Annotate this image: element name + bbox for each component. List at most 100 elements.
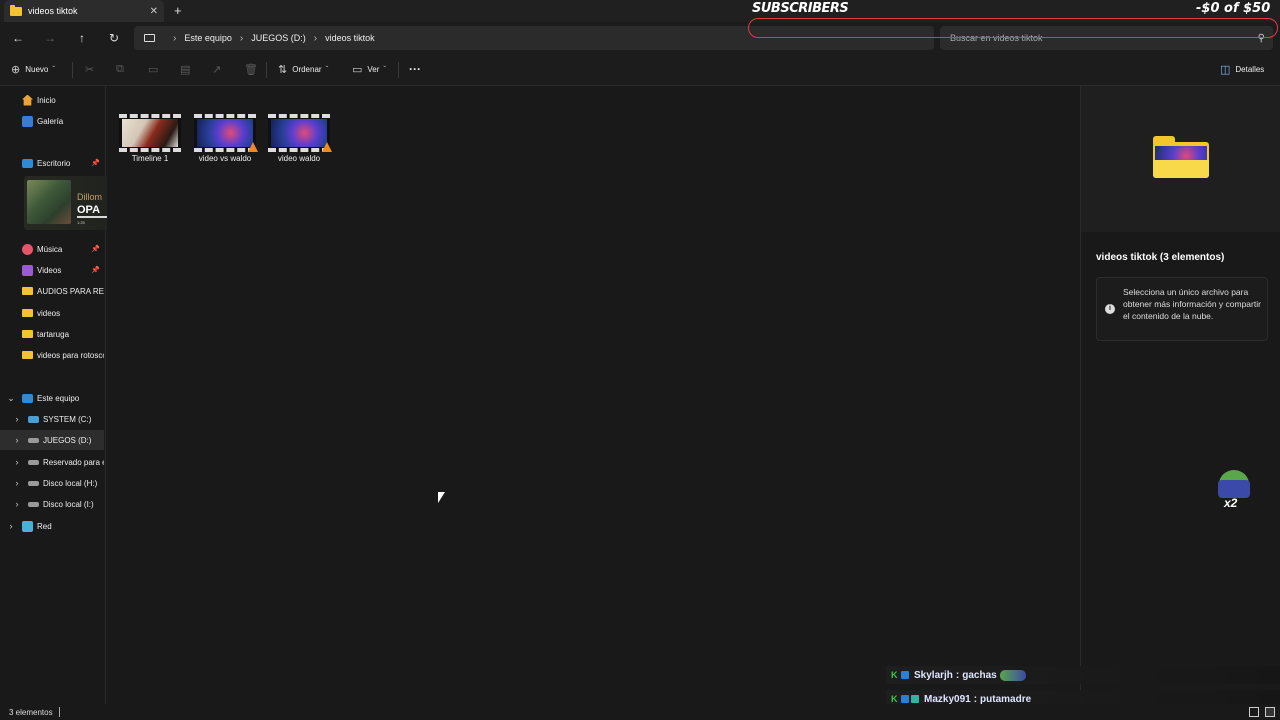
chevron-right-icon[interactable]: › — [12, 435, 22, 445]
details-view-icon[interactable] — [1249, 707, 1259, 717]
chat-emote-icon — [999, 669, 1026, 681]
up-arrow-icon[interactable]: ↑ — [74, 30, 90, 46]
sidebar-item-disco-h[interactable]: › Disco local (H:) — [0, 473, 104, 493]
file-item-timeline-1[interactable]: Timeline 1 — [119, 114, 183, 163]
kick-icon: K — [891, 669, 898, 680]
sidebar-item-label: Escritorio — [37, 158, 71, 168]
video-thumbnail — [268, 114, 332, 152]
sidebar-item-red[interactable]: › Red — [0, 516, 104, 536]
sidebar-item-label: Disco local (I:) — [43, 499, 94, 509]
file-list: Timeline 1 video vs waldo video waldo — [107, 86, 1079, 704]
breadcrumb-juegos[interactable]: JUEGOS (D:) — [251, 33, 306, 43]
mouse-cursor-icon — [438, 492, 445, 503]
tiles-view-icon[interactable] — [1265, 707, 1275, 717]
pepe-emote-icon: x2 — [1216, 470, 1252, 512]
sidebar-item-inicio[interactable]: Inicio — [0, 90, 104, 110]
status-bar: 3 elementos — [0, 704, 1280, 720]
new-button[interactable]: ⊕ Nuevo ˇ — [11, 63, 55, 76]
chevron-right-icon[interactable]: › — [12, 499, 22, 509]
cut-icon[interactable]: ✂ — [85, 63, 94, 76]
vlc-cone-icon — [248, 142, 258, 152]
chat-username: Skylarjh — [914, 669, 953, 681]
sidebar-item-este-equipo[interactable]: ⌄ Este equipo — [0, 388, 104, 408]
details-label: Detalles — [1235, 65, 1265, 74]
video-thumbnail — [194, 114, 258, 152]
drive-icon — [28, 459, 39, 465]
stream-goal-overlay: -$0 of $50 — [1196, 1, 1271, 16]
home-icon — [22, 94, 33, 106]
chevron-right-icon[interactable]: › — [6, 521, 16, 531]
sidebar-item-tartaruga[interactable]: tartaruga — [0, 324, 104, 344]
delete-icon[interactable]: 🗑 — [244, 63, 258, 76]
chevron-right-icon: › — [173, 32, 177, 44]
sidebar-item-reservado[interactable]: › Reservado para el — [0, 452, 105, 472]
sidebar-item-system-c[interactable]: › SYSTEM (C:) — [0, 409, 104, 429]
file-item-video-waldo[interactable]: video waldo — [268, 114, 332, 163]
chevron-right-icon: › — [239, 32, 244, 44]
sidebar-item-escritorio[interactable]: Escritorio 📌 — [0, 153, 104, 173]
rename-icon[interactable]: ▤ — [180, 63, 190, 76]
item-count: 3 elementos — [9, 707, 53, 717]
sidebar-item-label: AUDIOS PARA RECI — [37, 286, 104, 296]
sort-icon: ⇅ — [278, 64, 288, 76]
refresh-icon[interactable]: ↻ — [106, 30, 122, 46]
tab-videos-tiktok[interactable]: videos tiktok ✕ — [4, 0, 164, 22]
file-name: video vs waldo — [198, 154, 252, 163]
sidebar-item-label: SYSTEM (C:) — [43, 414, 92, 424]
new-tab-button[interactable]: + — [174, 3, 182, 18]
forward-arrow-icon[interactable]: → — [42, 30, 58, 46]
sidebar-item-galeria[interactable]: Galería — [0, 111, 104, 131]
sidebar-item-label: Reservado para el — [43, 457, 104, 467]
chevron-right-icon[interactable]: › — [12, 457, 22, 467]
more-options-icon[interactable]: ··· — [409, 62, 421, 76]
sidebar-item-videos-rotoscopia[interactable]: videos para rotosco — [0, 345, 104, 365]
folder-icon — [22, 287, 33, 295]
chat-username: Mazky091 — [924, 693, 971, 705]
sidebar-item-label: videos — [37, 308, 61, 318]
video-icon — [22, 264, 33, 276]
breadcrumb-videos-tiktok[interactable]: videos tiktok — [325, 33, 375, 43]
divider — [58, 707, 60, 717]
sidebar-item-disco-i[interactable]: › Disco local (I:) — [0, 494, 104, 514]
paste-icon[interactable]: ▭ — [148, 63, 158, 76]
sidebar-item-juegos-d[interactable]: › JUEGOS (D:) — [0, 430, 104, 450]
file-item-video-vs-waldo[interactable]: video vs waldo — [194, 114, 258, 163]
chevron-down-icon[interactable]: ⌄ — [6, 393, 16, 404]
sort-label: Ordenar — [292, 65, 322, 74]
details-button[interactable]: ◫ Detalles — [1220, 63, 1264, 76]
vlc-cone-icon — [322, 142, 332, 152]
details-pane: videos tiktok (3 elementos) i Selecciona… — [1080, 86, 1280, 704]
chevron-right-icon[interactable]: › — [12, 478, 22, 488]
pin-icon[interactable]: 📌 — [91, 159, 100, 167]
pin-icon[interactable]: 📌 — [91, 266, 100, 274]
divider — [72, 62, 73, 78]
copy-icon[interactable]: ⧉ — [116, 63, 124, 76]
pin-icon[interactable]: 📌 — [91, 245, 100, 253]
computer-icon — [22, 393, 33, 403]
network-icon — [22, 520, 33, 532]
folder-icon — [22, 351, 33, 359]
sidebar-item-label: Inicio — [37, 95, 56, 105]
sidebar-item-videos-folder[interactable]: videos — [0, 303, 104, 323]
sort-button[interactable]: ⇅ Ordenar ˇ — [278, 63, 328, 76]
sidebar-item-musica[interactable]: Música 📌 — [0, 239, 104, 259]
view-button[interactable]: ▭ Ver ˇ — [352, 63, 386, 76]
divider — [398, 62, 399, 78]
details-title: videos tiktok (3 elementos) — [1096, 252, 1225, 263]
gallery-icon — [22, 115, 33, 127]
close-tab-icon[interactable]: ✕ — [150, 6, 158, 17]
breadcrumb-este-equipo[interactable]: Este equipo — [184, 33, 232, 43]
sidebar-item-label: tartaruga — [37, 329, 70, 339]
back-arrow-icon[interactable]: ← — [10, 30, 26, 46]
sidebar-item-label: JUEGOS (D:) — [43, 435, 92, 445]
drive-icon — [28, 501, 39, 507]
share-icon[interactable]: ↗ — [212, 63, 221, 76]
music-icon — [22, 243, 33, 255]
view-label: Ver — [367, 65, 380, 74]
info-card: i Selecciona un único archivo para obten… — [1096, 277, 1268, 341]
chevron-right-icon[interactable]: › — [12, 414, 22, 424]
sidebar-item-videos[interactable]: Videos 📌 — [0, 260, 104, 280]
folder-icon — [22, 330, 33, 338]
sidebar-item-audios[interactable]: AUDIOS PARA RECI — [0, 281, 104, 301]
chat-text: putamadre — [980, 693, 1032, 705]
